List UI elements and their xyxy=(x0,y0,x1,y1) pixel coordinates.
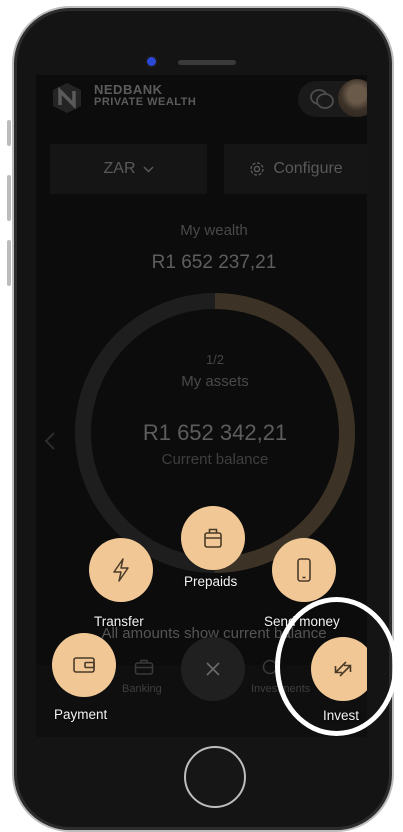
brand-line-2: PRIVATE WEALTH xyxy=(94,96,197,108)
mobile-phone-icon xyxy=(297,558,311,582)
prepaids-label: Prepaids xyxy=(184,574,238,589)
lightning-icon xyxy=(113,558,129,582)
earpiece-speaker xyxy=(178,60,236,65)
phone-volume-down xyxy=(7,240,11,286)
nedbank-logo-icon xyxy=(53,83,81,113)
transfer-button[interactable] xyxy=(89,538,153,602)
phone-silent-switch xyxy=(7,120,11,146)
tab-banking[interactable]: Banking xyxy=(122,683,162,695)
phone-volume-up xyxy=(7,175,11,221)
highlight-ring xyxy=(275,597,398,736)
send-money-button[interactable] xyxy=(272,538,336,602)
wealth-label: My wealth xyxy=(180,222,248,239)
prepaids-button[interactable] xyxy=(181,506,245,570)
chevron-down-icon xyxy=(142,165,154,173)
wallet-icon xyxy=(73,657,95,673)
app-header: NEDBANK PRIVATE WEALTH xyxy=(36,75,367,123)
chat-icon[interactable] xyxy=(308,87,336,111)
brand-name: NEDBANK PRIVATE WEALTH xyxy=(94,83,196,109)
payment-label: Payment xyxy=(54,707,108,722)
close-icon xyxy=(206,662,220,676)
transfer-label: Transfer xyxy=(94,614,144,629)
brand-line-1: NEDBANK xyxy=(94,82,163,97)
configure-button[interactable]: Configure xyxy=(224,144,367,194)
briefcase-icon xyxy=(134,659,154,675)
wealth-value: R1 652 237,21 xyxy=(151,252,277,273)
assets-caption: Current balance xyxy=(161,451,269,468)
payment-button[interactable] xyxy=(52,633,116,697)
configure-label: Configure xyxy=(273,160,343,177)
home-button[interactable] xyxy=(184,746,246,808)
currency-selector[interactable]: ZAR xyxy=(50,144,207,194)
assets-value: R1 652 342,21 xyxy=(142,420,288,445)
front-camera xyxy=(147,57,156,66)
chevron-left-icon[interactable] xyxy=(44,431,56,451)
currency-label: ZAR xyxy=(103,160,136,177)
close-actions-button[interactable] xyxy=(181,637,245,701)
assets-title: My assets xyxy=(181,373,249,390)
gear-icon xyxy=(250,162,265,176)
assets-pager: 1/2 xyxy=(205,352,225,367)
shopping-bag-icon xyxy=(204,528,222,548)
